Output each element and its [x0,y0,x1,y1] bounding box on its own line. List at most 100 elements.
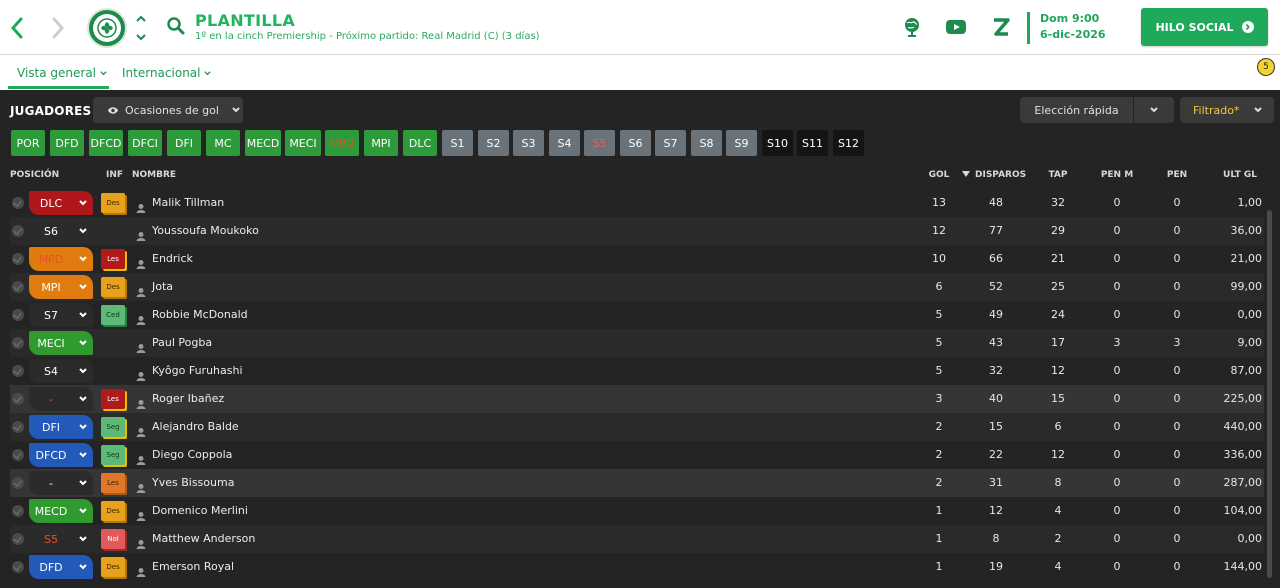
select-checkbox[interactable] [12,561,24,573]
select-checkbox[interactable] [12,197,24,209]
tab-internacional[interactable]: Internacional [122,66,212,80]
position-selector[interactable]: MPI [29,275,93,299]
player-name[interactable]: Robbie McDonald [152,308,248,321]
filter-DFD[interactable]: DFD [50,130,84,156]
position-selector[interactable]: MECI [29,331,93,355]
forward-arrow-icon[interactable] [46,14,70,42]
select-checkbox[interactable] [12,225,24,237]
status-badge[interactable]: Les [101,389,125,409]
player-name[interactable]: Roger Ibañez [152,392,224,405]
view-dropdown[interactable]: Ocasiones de gol [93,97,243,123]
table-row[interactable]: DFD Des Emerson Royal 1 19 4 0 0 144,00 [10,553,1264,581]
col-pen[interactable]: PEN [1158,170,1196,180]
status-badge[interactable]: Seg [101,417,125,437]
table-row[interactable]: DLC Des Malik Tillman 13 48 32 0 0 1,00 [10,189,1264,217]
player-name[interactable]: Matthew Anderson [152,532,255,545]
position-selector[interactable]: - [29,387,93,411]
status-badge[interactable]: Seg [101,445,125,465]
player-name[interactable]: Youssoufa Moukoko [152,224,259,237]
select-checkbox[interactable] [12,533,24,545]
table-row[interactable]: MPD Les Endrick 10 66 21 0 0 21,00 [10,245,1264,273]
position-selector[interactable]: MECD [29,499,93,523]
player-name[interactable]: Kyôgo Furuhashi [152,364,243,377]
position-selector[interactable]: S6 [29,219,93,243]
table-row[interactable]: DFI Seg Alejandro Balde 2 15 6 0 0 440,00 [10,413,1264,441]
table-row[interactable]: MPI Des Jota 6 52 25 0 0 99,00 [10,273,1264,301]
filter-POR[interactable]: POR [11,130,45,156]
social-feed-button[interactable]: HILO SOCIAL [1141,8,1268,46]
filter-MC[interactable]: MC [206,130,240,156]
globe-icon[interactable] [901,16,923,38]
table-row[interactable]: - Les Roger Ibañez 3 40 15 0 0 225,00 [10,385,1264,413]
player-name[interactable]: Diego Coppola [152,448,232,461]
select-checkbox[interactable] [12,421,24,433]
position-selector[interactable]: S5 [29,527,93,551]
status-badge[interactable]: Les [101,249,125,269]
select-checkbox[interactable] [12,365,24,377]
col-disparos[interactable]: DISPAROS [975,170,1026,180]
player-name[interactable]: Domenico Merlini [152,504,248,517]
status-badge[interactable]: Des [101,501,125,521]
table-row[interactable]: S5 Nol Matthew Anderson 1 8 2 0 0 0,00 [10,525,1264,553]
select-checkbox[interactable] [12,337,24,349]
filter-S3[interactable]: S3 [513,130,544,156]
notification-badge[interactable]: 5 [1257,58,1275,76]
filter-MECI[interactable]: MECI [285,130,321,156]
player-name[interactable]: Jota [152,280,173,293]
col-inf[interactable]: INF [106,170,123,180]
position-selector[interactable]: DFCD [29,443,93,467]
col-nombre[interactable]: NOMBRE [132,170,176,180]
status-badge[interactable]: Des [101,557,125,577]
player-name[interactable]: Emerson Royal [152,560,234,573]
table-row[interactable]: MECD Des Domenico Merlini 1 12 4 0 0 104,00 [10,497,1264,525]
filter-DLC[interactable]: DLC [403,130,437,156]
filter-S11[interactable]: S11 [797,130,828,156]
player-name[interactable]: Endrick [152,252,193,265]
status-badge[interactable]: Nol [101,529,125,549]
status-badge[interactable]: Des [101,193,125,213]
position-selector[interactable]: - [29,471,93,495]
quick-select-dropdown[interactable]: Elección rápida [1020,97,1174,123]
filter-S4[interactable]: S4 [549,130,580,156]
filter-S8[interactable]: S8 [691,130,722,156]
col-tap[interactable]: TAP [1038,170,1078,180]
col-penm[interactable]: PEN M [1096,170,1138,180]
filter-MPD[interactable]: MPD [325,130,359,156]
filter-dropdown[interactable]: Filtrado* [1180,97,1274,123]
table-row[interactable]: S6 Youssoufa Moukoko 12 77 29 0 0 36,00 [10,217,1264,245]
select-checkbox[interactable] [12,393,24,405]
select-checkbox[interactable] [12,505,24,517]
filter-MECD[interactable]: MECD [245,130,281,156]
filter-S6[interactable]: S6 [620,130,651,156]
chevron-down-icon[interactable] [1134,105,1174,115]
filter-DFI[interactable]: DFI [167,130,201,156]
table-row[interactable]: S7 Ced Robbie McDonald 5 49 24 0 0 0,00 [10,301,1264,329]
table-row[interactable]: - Les Yves Bissouma 2 31 8 0 0 287,00 [10,469,1264,497]
filter-S5[interactable]: S5 [584,130,615,156]
player-name[interactable]: Alejandro Balde [152,420,239,433]
status-badge[interactable]: Ced [101,305,125,325]
filter-S1[interactable]: S1 [442,130,473,156]
col-ultgl[interactable]: ULT GL [1218,170,1262,180]
position-selector[interactable]: DFI [29,415,93,439]
position-selector[interactable]: DFD [29,555,93,579]
filter-S12[interactable]: S12 [833,130,864,156]
select-checkbox[interactable] [12,309,24,321]
club-badge-icon[interactable] [87,8,127,48]
youtube-icon[interactable] [945,16,967,38]
club-switch-arrows[interactable] [134,12,148,44]
filter-S9[interactable]: S9 [726,130,757,156]
select-checkbox[interactable] [12,449,24,461]
table-row[interactable]: DFCD Seg Diego Coppola 2 22 12 0 0 336,00 [10,441,1264,469]
back-arrow-icon[interactable] [5,14,29,42]
filter-S7[interactable]: S7 [655,130,686,156]
select-checkbox[interactable] [12,477,24,489]
select-checkbox[interactable] [12,253,24,265]
filter-S2[interactable]: S2 [478,130,509,156]
filter-DFCD[interactable]: DFCD [89,130,123,156]
select-checkbox[interactable] [12,281,24,293]
search-icon[interactable] [166,16,186,36]
table-scrollbar[interactable] [1267,210,1272,578]
status-badge[interactable]: Les [101,473,125,493]
col-posicion[interactable]: POSICIÓN [10,170,59,180]
